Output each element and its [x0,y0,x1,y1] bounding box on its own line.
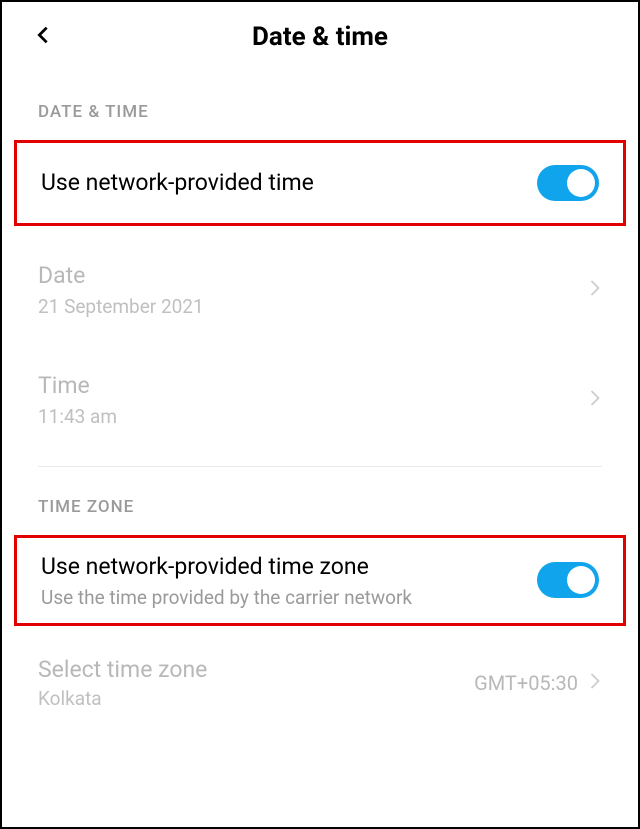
network-time-toggle[interactable] [537,165,599,201]
setting-network-timezone[interactable]: Use network-provided time zone Use the t… [14,535,626,626]
time-label: Time [38,372,588,399]
section-header-timezone: TIME ZONE [2,487,638,535]
setting-time[interactable]: Time 11:43 am [2,354,638,446]
chevron-left-icon [32,24,54,46]
network-tz-label: Use network-provided time zone [41,552,537,582]
setting-network-time[interactable]: Use network-provided time [14,140,626,226]
chevron-right-icon [588,386,602,414]
select-tz-city: Kolkata [38,687,474,710]
setting-date[interactable]: Date 21 September 2021 [2,244,638,336]
chevron-right-icon [588,669,602,697]
network-tz-toggle[interactable] [537,562,599,598]
date-value: 21 September 2021 [38,295,588,318]
section-header-datetime: DATE & TIME [2,72,638,140]
divider [38,466,602,467]
header: Date & time [2,2,638,72]
time-value: 11:43 am [38,405,588,428]
page-title: Date & time [32,22,608,52]
setting-select-timezone[interactable]: Select time zone Kolkata GMT+05:30 [2,638,638,710]
network-tz-subtitle: Use the time provided by the carrier net… [41,586,537,609]
network-time-label: Use network-provided time [41,168,537,198]
select-tz-value: GMT+05:30 [474,671,578,695]
date-label: Date [38,262,588,289]
chevron-right-icon [588,276,602,304]
toggle-knob [567,169,595,197]
back-button[interactable] [32,24,54,50]
select-tz-label: Select time zone [38,656,474,683]
toggle-knob [567,566,595,594]
